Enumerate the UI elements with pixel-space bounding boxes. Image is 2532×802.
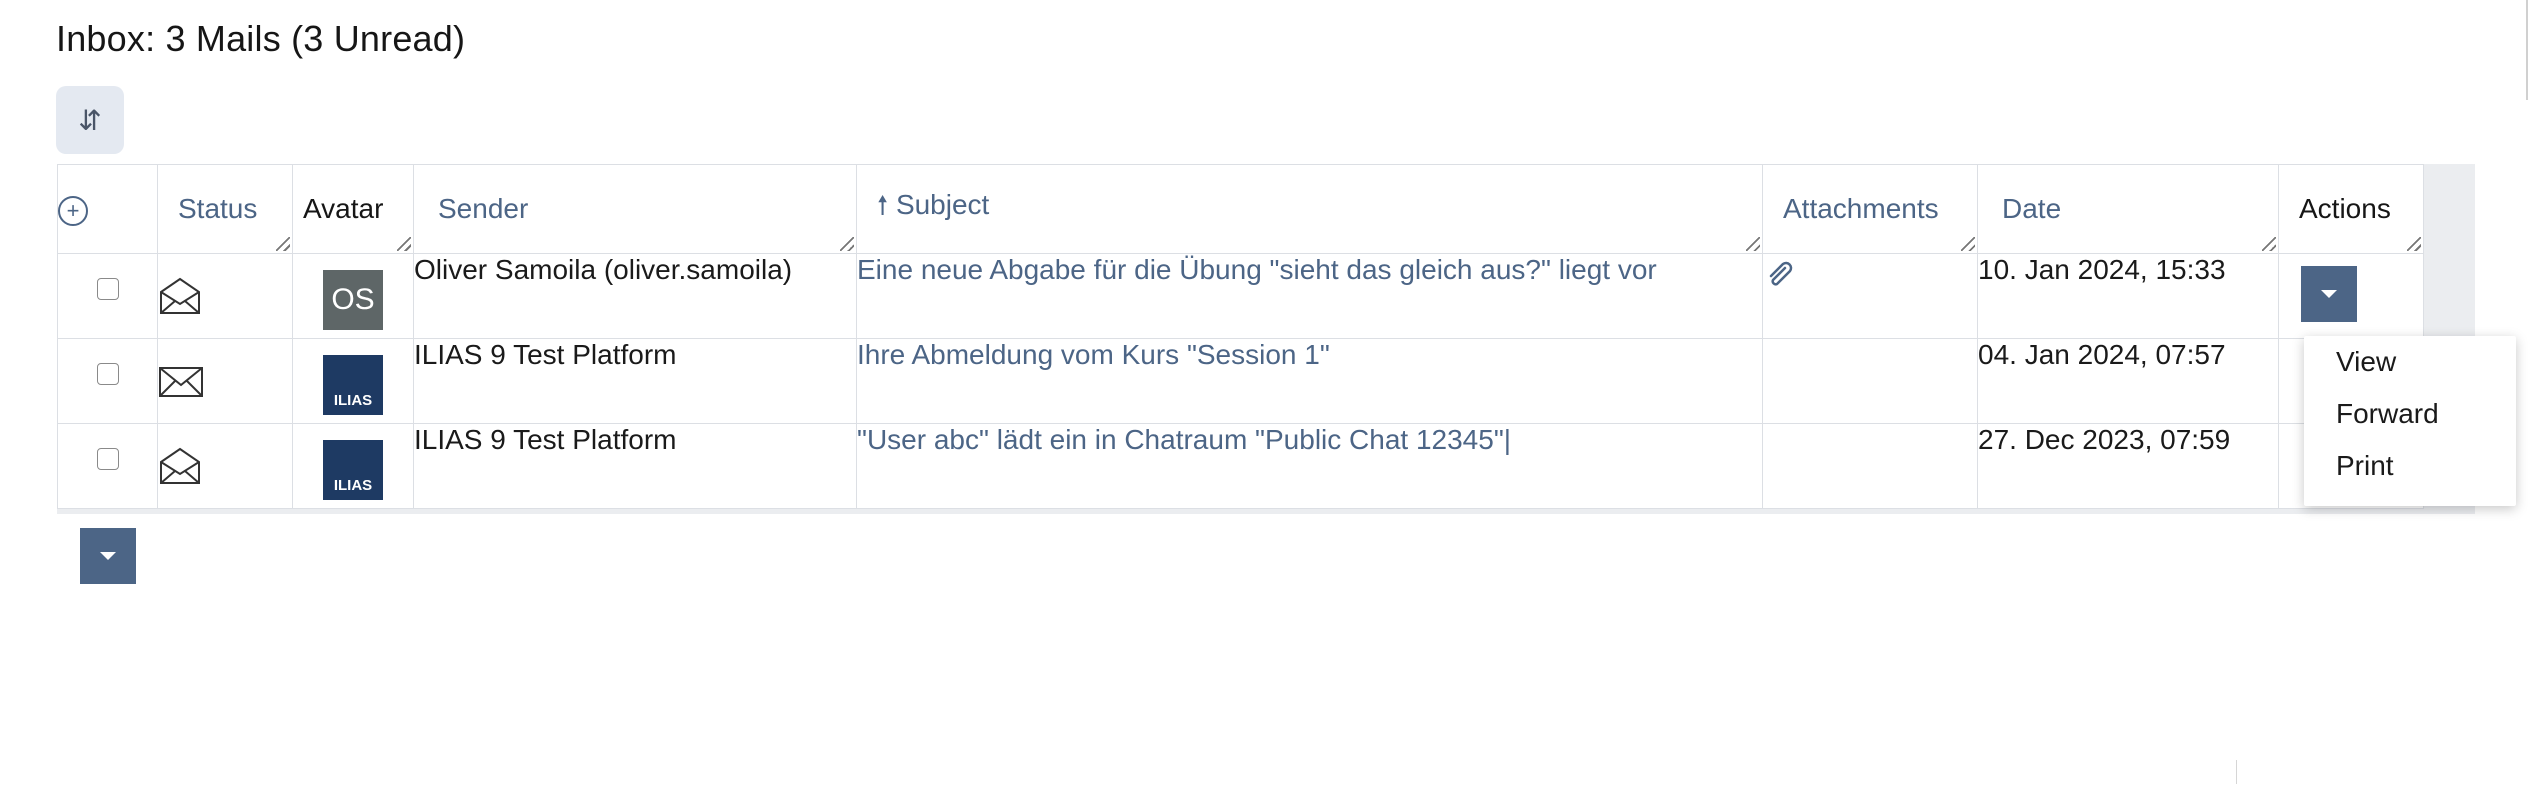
row-checkbox[interactable] xyxy=(96,278,119,300)
sender-cell: ILIAS 9 Test Platform xyxy=(413,338,857,424)
row-actions-menu: View Forward Print xyxy=(2304,336,2516,506)
sort-ascending-icon: 🠕 xyxy=(877,190,889,220)
resize-handle[interactable] xyxy=(1746,237,1760,251)
resize-handle[interactable] xyxy=(840,237,854,251)
sort-icon: ⇵ xyxy=(78,104,102,136)
resize-handle[interactable] xyxy=(1961,237,1975,251)
status-header-label: Status xyxy=(178,193,258,224)
column-header-actions: Actions xyxy=(2278,164,2424,254)
mail-row[interactable]: OS Oliver Samoila (oliver.samoila) Eine … xyxy=(57,253,2424,339)
mail-row[interactable]: ILIAS ILIAS 9 Test Platform "User abc" l… xyxy=(57,423,2424,509)
column-header-date[interactable]: Date xyxy=(1977,164,2279,254)
caret-down-icon xyxy=(100,552,116,560)
avatar: ILIAS xyxy=(323,355,383,415)
column-header-avatar: Avatar xyxy=(292,164,414,254)
attachment-cell xyxy=(1762,423,1978,509)
menu-item-forward[interactable]: Forward xyxy=(2336,398,2439,430)
mail-row[interactable]: ILIAS ILIAS 9 Test Platform Ihre Abmeldu… xyxy=(57,338,2424,424)
read-envelope-icon xyxy=(160,447,200,484)
subject-link[interactable]: Eine neue Abgabe für die Übung "sieht da… xyxy=(856,253,1763,339)
status-cell xyxy=(157,253,293,339)
attachment-cell xyxy=(1762,338,1978,424)
resize-handle[interactable] xyxy=(2262,237,2276,251)
date-header-label: Date xyxy=(2002,193,2062,224)
sort-button[interactable]: ⇵ xyxy=(56,86,124,154)
column-header-subject[interactable]: 🠕 Subject xyxy=(856,164,1763,254)
menu-item-print[interactable]: Print xyxy=(2336,450,2394,482)
avatar: ILIAS xyxy=(323,440,383,500)
row-actions-dropdown-button[interactable] xyxy=(2301,266,2357,322)
avatar: OS xyxy=(323,270,383,330)
attachment-cell xyxy=(1762,253,1978,339)
sender-cell: ILIAS 9 Test Platform xyxy=(413,423,857,509)
row-select-cell xyxy=(57,253,158,339)
bulk-actions-dropdown-button[interactable] xyxy=(80,528,136,584)
avatar-cell: OS xyxy=(292,253,414,339)
row-select-cell xyxy=(57,338,158,424)
status-cell xyxy=(157,338,293,424)
avatar-header-label: Avatar xyxy=(303,193,384,224)
unread-envelope-icon xyxy=(159,367,203,397)
row-select-cell xyxy=(57,423,158,509)
mail-table: + Status Avatar Sender 🠕 Subject Attachm… xyxy=(57,164,2424,509)
resize-handle[interactable] xyxy=(2407,237,2421,251)
subject-link[interactable]: "User abc" lädt ein in Chatraum "Public … xyxy=(856,423,1763,509)
subject-header-label: Subject xyxy=(895,189,990,220)
date-cell: 10. Jan 2024, 15:33 xyxy=(1977,253,2279,339)
divider xyxy=(2236,760,2237,784)
actions-header-label: Actions xyxy=(2299,193,2391,224)
subject-link[interactable]: Ihre Abmeldung vom Kurs "Session 1" xyxy=(856,338,1763,424)
avatar-cell: ILIAS xyxy=(292,338,414,424)
caret-down-icon xyxy=(2321,290,2337,298)
status-cell xyxy=(157,423,293,509)
paperclip-icon[interactable] xyxy=(1763,254,1799,290)
avatar-cell: ILIAS xyxy=(292,423,414,509)
column-header-sender[interactable]: Sender xyxy=(413,164,857,254)
add-circle-icon[interactable]: + xyxy=(58,195,88,226)
read-envelope-icon xyxy=(160,277,200,314)
column-header-attachments[interactable]: Attachments xyxy=(1762,164,1978,254)
menu-item-view[interactable]: View xyxy=(2336,346,2396,378)
actions-cell xyxy=(2278,253,2424,339)
sender-cell: Oliver Samoila (oliver.samoila) xyxy=(413,253,857,339)
column-header-status[interactable]: Status xyxy=(157,164,293,254)
mail-table-container: + Status Avatar Sender 🠕 Subject Attachm… xyxy=(57,164,2475,514)
page-title: Inbox: 3 Mails (3 Unread) xyxy=(56,18,466,59)
select-all-header[interactable]: + xyxy=(57,164,158,254)
row-checkbox[interactable] xyxy=(96,448,119,470)
resize-handle[interactable] xyxy=(397,237,411,251)
resize-handle[interactable] xyxy=(276,237,290,251)
attachments-header-label: Attachments xyxy=(1783,193,1939,224)
sender-header-label: Sender xyxy=(438,193,529,224)
date-cell: 27. Dec 2023, 07:59 xyxy=(1977,423,2279,509)
date-cell: 04. Jan 2024, 07:57 xyxy=(1977,338,2279,424)
row-checkbox[interactable] xyxy=(96,363,119,385)
scrollbar-edge xyxy=(2526,0,2528,100)
